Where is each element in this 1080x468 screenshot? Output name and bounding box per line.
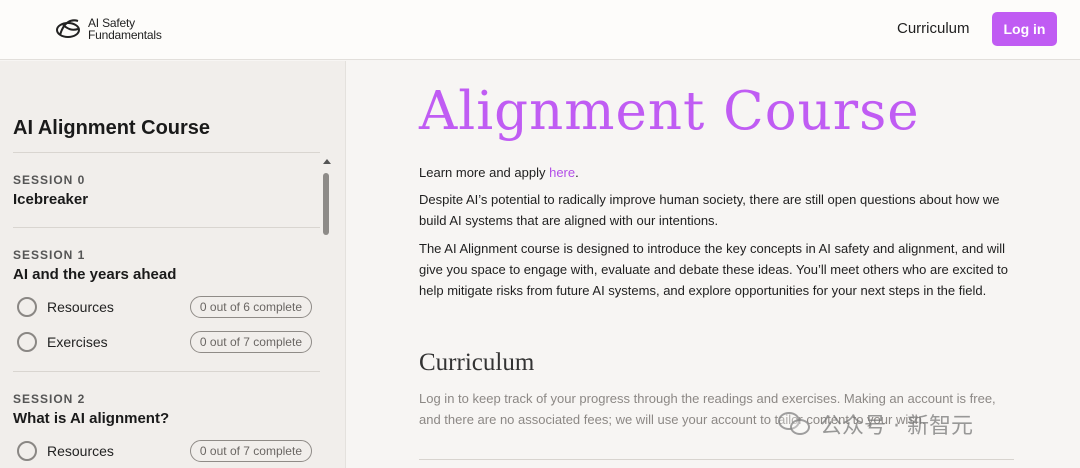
logo-icon	[56, 19, 80, 38]
wechat-icon	[778, 410, 812, 438]
progress-badge: 0 out of 6 complete	[189, 296, 312, 318]
completion-radio[interactable]	[17, 441, 37, 461]
completion-radio[interactable]	[17, 297, 37, 317]
sidebar-title: AI Alignment Course	[13, 117, 211, 139]
session-2-resources-item[interactable]: Resources 0 out of 7 complete	[17, 439, 312, 463]
logo-text: AI Safety Fundamentals	[88, 16, 162, 42]
completion-radio[interactable]	[17, 332, 37, 352]
progress-badge: 0 out of 7 complete	[189, 331, 312, 353]
watermark: 公众号 · 新智元	[778, 408, 973, 440]
learn-more-line: Learn more and apply here.	[419, 165, 579, 180]
item-label: Exercises	[47, 334, 108, 350]
curriculum-heading: Curriculum	[419, 349, 535, 376]
session-label: SESSION 2	[13, 392, 86, 406]
item-label: Resources	[47, 443, 114, 459]
scroll-up-arrow-icon[interactable]	[323, 159, 331, 164]
sidebar-divider	[13, 371, 320, 372]
apply-here-link[interactable]: here	[549, 165, 575, 180]
course-sidebar: AI Alignment Course SESSION 0 Icebreaker…	[0, 61, 346, 468]
session-1-resources-item[interactable]: Resources 0 out of 6 complete	[17, 295, 312, 319]
session-label: SESSION 1	[13, 248, 86, 262]
item-label: Resources	[47, 299, 114, 315]
sidebar-divider	[13, 227, 320, 228]
session-name-what-is-alignment[interactable]: What is AI alignment?	[13, 410, 169, 427]
intro-paragraph: Despite AI’s potential to radically impr…	[419, 192, 1000, 228]
progress-badge: 0 out of 7 complete	[189, 440, 312, 462]
session-name-icebreaker[interactable]: Icebreaker	[13, 191, 88, 208]
sidebar-scrollbar[interactable]	[321, 155, 333, 468]
session-label: SESSION 0	[13, 173, 86, 187]
site-logo[interactable]: AI Safety Fundamentals	[54, 15, 162, 43]
watermark-text: 公众号 · 新智元	[820, 414, 973, 439]
login-button[interactable]: Log in	[992, 12, 1057, 46]
sidebar-divider	[13, 152, 320, 153]
nav-curriculum-link[interactable]: Curriculum	[897, 20, 970, 37]
main-content: Alignment Course Learn more and apply he…	[347, 61, 1080, 468]
course-description-paragraph: The AI Alignment course is designed to i…	[419, 241, 1009, 298]
content-divider	[419, 459, 1014, 460]
session-name-ai-years-ahead[interactable]: AI and the years ahead	[13, 266, 176, 283]
scroll-thumb[interactable]	[323, 173, 329, 235]
top-header: AI Safety Fundamentals Curriculum Log in	[0, 0, 1080, 60]
page-title: Alignment Course	[419, 81, 920, 142]
session-1-exercises-item[interactable]: Exercises 0 out of 7 complete	[17, 330, 312, 354]
